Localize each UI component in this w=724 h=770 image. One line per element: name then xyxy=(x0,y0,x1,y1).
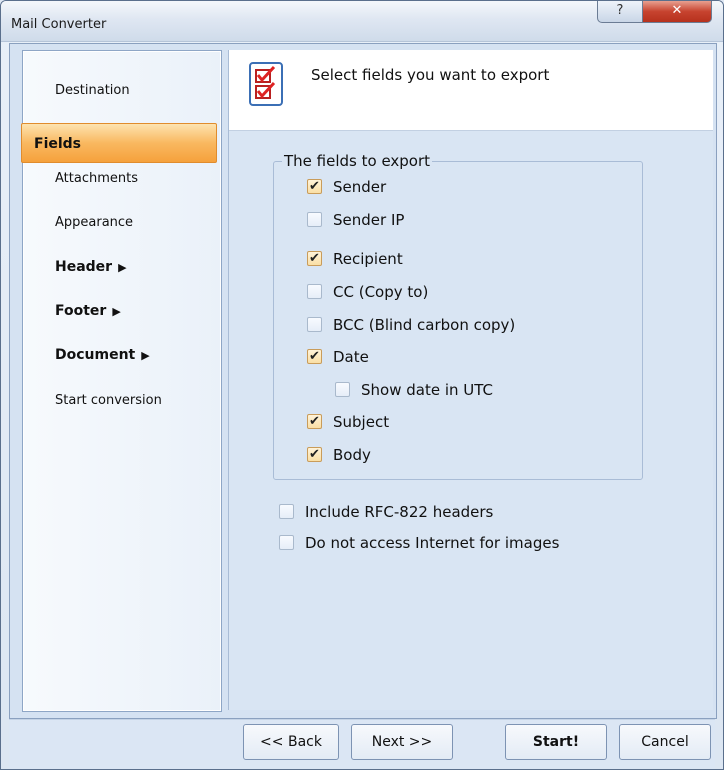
nav-item-footer[interactable]: Footer ▶ xyxy=(29,291,213,331)
help-button[interactable]: ? xyxy=(597,1,643,23)
nav-item-fields[interactable]: Fields xyxy=(21,123,217,163)
checkbox-icon xyxy=(279,504,294,519)
checkbox-icon xyxy=(335,382,350,397)
checkbox-recipient[interactable]: Recipient xyxy=(307,248,403,270)
checkbox-icon xyxy=(307,212,322,227)
checkbox-label: Body xyxy=(333,446,371,464)
checkbox-label: BCC (Blind carbon copy) xyxy=(333,316,516,334)
checkbox-icon xyxy=(307,248,322,270)
nav-item-document[interactable]: Document ▶ xyxy=(29,335,213,375)
checkbox-icon xyxy=(307,176,322,198)
checkbox-icon xyxy=(307,411,322,433)
checkbox-sender[interactable]: Sender xyxy=(307,176,386,198)
checkbox-date[interactable]: Date xyxy=(307,346,369,368)
group-legend: The fields to export xyxy=(284,152,431,170)
nav-item-label: Document xyxy=(55,347,136,363)
start-button[interactable]: Start! xyxy=(505,724,607,760)
checkbox-include-rfc822[interactable]: Include RFC-822 headers xyxy=(279,501,493,523)
button-bar: << Back Next >> Start! Cancel xyxy=(9,719,715,769)
page-heading: Select fields you want to export xyxy=(311,66,550,84)
checkbox-label: CC (Copy to) xyxy=(333,283,429,301)
close-icon: ✕ xyxy=(671,3,683,18)
nav-item-label: Header xyxy=(55,259,113,275)
checkbox-icon xyxy=(279,535,294,550)
fields-page: Select fields you want to export The fie… xyxy=(228,50,713,710)
checkbox-no-internet-images[interactable]: Do not access Internet for images xyxy=(279,532,559,554)
help-icon: ? xyxy=(616,3,624,18)
checkbox-sender-ip[interactable]: Sender IP xyxy=(307,209,404,231)
close-button[interactable]: ✕ xyxy=(642,1,712,23)
nav-item-label: Fields xyxy=(34,136,82,152)
back-button[interactable]: << Back xyxy=(243,724,339,760)
checkbox-label: Do not access Internet for images xyxy=(305,534,560,552)
cancel-button[interactable]: Cancel xyxy=(619,724,711,760)
nav-item-destination[interactable]: Destination xyxy=(29,71,213,111)
checkbox-icon xyxy=(307,346,322,368)
nav-item-appearance[interactable]: Appearance xyxy=(29,203,213,243)
nav-item-label: Start conversion xyxy=(55,393,162,408)
nav-item-header[interactable]: Header ▶ xyxy=(29,247,213,287)
mail-converter-window: Mail Converter ? ✕ Destination Fields At… xyxy=(0,0,724,770)
expand-arrow-icon: ▶ xyxy=(141,349,150,362)
checkbox-label: Sender xyxy=(333,178,387,196)
next-button[interactable]: Next >> xyxy=(351,724,453,760)
nav-item-label: Attachments xyxy=(55,171,138,186)
nav-item-attachments[interactable]: Attachments xyxy=(29,159,213,199)
wizard-nav-panel: Destination Fields Attachments Appearanc… xyxy=(21,50,222,712)
checkbox-show-date-utc[interactable]: Show date in UTC xyxy=(335,379,493,401)
nav-item-label: Footer xyxy=(55,303,107,319)
checkbox-cc[interactable]: CC (Copy to) xyxy=(307,281,428,303)
checkbox-label: Recipient xyxy=(333,250,403,268)
checkbox-subject[interactable]: Subject xyxy=(307,411,389,433)
checkbox-icon xyxy=(307,284,322,299)
expand-arrow-icon: ▶ xyxy=(112,305,121,318)
expand-arrow-icon: ▶ xyxy=(118,261,127,274)
title-bar[interactable]: Mail Converter ? ✕ xyxy=(1,1,723,42)
checklist-icon xyxy=(249,62,283,106)
checkbox-icon xyxy=(307,444,322,466)
checkbox-label: Subject xyxy=(333,413,390,431)
nav-item-label: Destination xyxy=(55,83,130,98)
checkbox-bcc[interactable]: BCC (Blind carbon copy) xyxy=(307,314,515,336)
checkbox-label: Sender IP xyxy=(333,211,405,229)
checkbox-body[interactable]: Body xyxy=(307,444,371,466)
checkbox-label: Include RFC-822 headers xyxy=(305,503,494,521)
page-header: Select fields you want to export xyxy=(229,50,713,131)
checkbox-label: Show date in UTC xyxy=(361,381,494,399)
nav-item-start-conversion[interactable]: Start conversion xyxy=(29,381,213,421)
checkbox-icon xyxy=(307,317,322,332)
checkbox-label: Date xyxy=(333,348,369,366)
nav-item-label: Appearance xyxy=(55,215,134,230)
wizard-client-area: Destination Fields Attachments Appearanc… xyxy=(9,43,717,719)
window-title: Mail Converter xyxy=(11,17,107,32)
